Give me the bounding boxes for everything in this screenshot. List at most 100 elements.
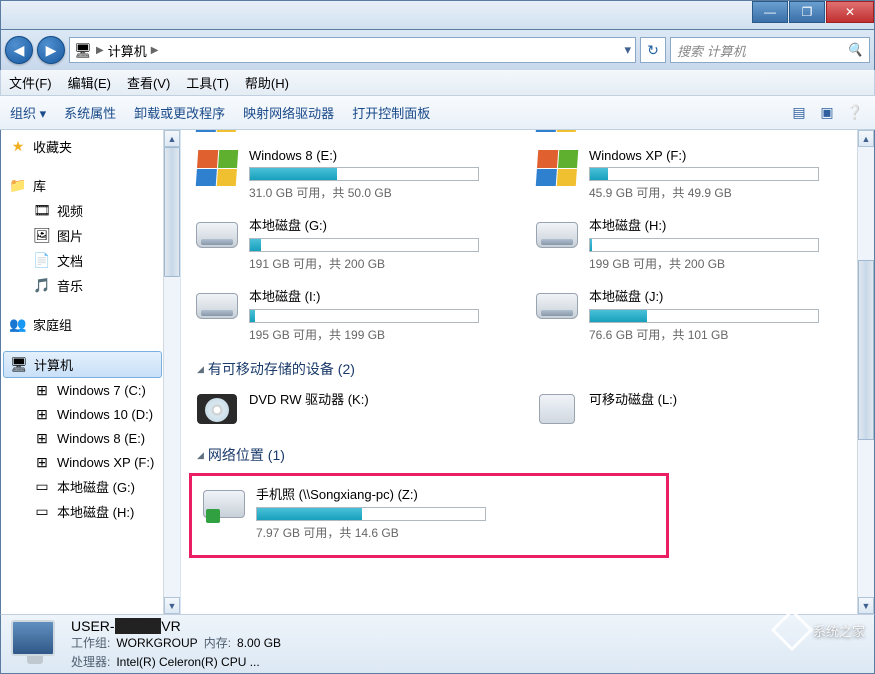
search-icon: 🔍 bbox=[847, 42, 863, 58]
address-bar[interactable]: 🖥 ▶ 计算机 ▶ ▾ bbox=[69, 37, 636, 63]
drive-stat: 40.8 GB 可用，共 60.0 GB bbox=[249, 130, 505, 132]
drive-item[interactable]: 本地磁盘 (J:) 76.6 GB 可用，共 101 GB bbox=[529, 282, 849, 353]
windows-icon: ⊞ bbox=[33, 405, 51, 423]
drive-usage-bar bbox=[589, 309, 819, 323]
sidebar-computer[interactable]: 🖥 计算机 bbox=[3, 351, 162, 378]
homegroup-icon: 👥 bbox=[9, 316, 27, 334]
menu-view[interactable]: 查看(V) bbox=[127, 73, 170, 92]
preview-pane-icon[interactable]: ▣ bbox=[817, 104, 837, 121]
hdd-icon bbox=[196, 222, 238, 248]
drive-item[interactable]: 本地磁盘 (I:) 195 GB 可用，共 199 GB bbox=[189, 282, 509, 353]
drive-stat: 45.9 GB 可用，共 49.9 GB bbox=[589, 184, 845, 201]
content-scrollbar[interactable]: ▲ ▼ bbox=[857, 130, 874, 614]
scroll-down-icon[interactable]: ▼ bbox=[858, 597, 874, 614]
sidebar-item-drive-e[interactable]: ⊞Windows 8 (E:) bbox=[1, 426, 164, 450]
hdd-icon bbox=[536, 222, 578, 248]
sidebar-item-videos[interactable]: 🎞视频 bbox=[1, 198, 164, 223]
drive-item[interactable]: 本地磁盘 (G:) 191 GB 可用，共 200 GB bbox=[189, 211, 509, 282]
details-memory-value: 8.00 GB bbox=[237, 636, 318, 650]
drive-usage-bar bbox=[589, 167, 819, 181]
computer-icon bbox=[11, 620, 55, 656]
sidebar-item-drive-g[interactable]: ▭本地磁盘 (G:) bbox=[1, 474, 164, 499]
back-button[interactable]: ◀ bbox=[5, 36, 33, 64]
drive-item[interactable]: 可移动磁盘 (L:) bbox=[529, 385, 849, 439]
navigation-sidebar: ★ 收藏夹 📁 库 🎞视频 🖼图片 📄文档 🎵音乐 👥 家庭组 bbox=[1, 130, 181, 614]
windows-icon bbox=[196, 150, 239, 186]
scroll-down-icon[interactable]: ▼ bbox=[164, 597, 180, 614]
menu-file[interactable]: 文件(F) bbox=[9, 73, 52, 92]
windows-icon bbox=[536, 150, 579, 186]
breadcrumb-location[interactable]: 计算机 bbox=[108, 41, 147, 60]
refresh-button[interactable]: ↻ bbox=[640, 37, 666, 63]
toolbar-uninstall[interactable]: 卸载或更改程序 bbox=[134, 103, 225, 122]
drive-stat: 199 GB 可用，共 200 GB bbox=[589, 255, 845, 272]
drive-usage-bar bbox=[249, 167, 479, 181]
details-pane: USER-XXXXXVR 工作组: WORKGROUP 内存: 8.00 GB … bbox=[0, 614, 875, 674]
sidebar-computer-label: 计算机 bbox=[34, 355, 73, 374]
menu-help[interactable]: 帮助(H) bbox=[245, 73, 289, 92]
drive-usage-bar bbox=[249, 309, 479, 323]
drive-item-network[interactable]: 手机照 (\\Songxiang-pc) (Z:) 7.97 GB 可用，共 1… bbox=[196, 480, 662, 551]
close-button[interactable]: ✕ bbox=[826, 1, 874, 23]
sidebar-homegroup[interactable]: 👥 家庭组 bbox=[1, 312, 164, 337]
toolbar-organize[interactable]: 组织 ▾ bbox=[10, 103, 46, 122]
menu-bar: 文件(F) 编辑(E) 查看(V) 工具(T) 帮助(H) bbox=[0, 70, 875, 96]
sidebar-libraries[interactable]: 📁 库 bbox=[1, 173, 164, 198]
scroll-up-icon[interactable]: ▲ bbox=[858, 130, 874, 147]
view-mode-icon[interactable]: ▤ bbox=[789, 104, 809, 121]
sidebar-favorites[interactable]: ★ 收藏夹 bbox=[1, 134, 164, 159]
sidebar-item-pictures[interactable]: 🖼图片 bbox=[1, 223, 164, 248]
drive-item[interactable]: DVD RW 驱动器 (K:) bbox=[189, 385, 509, 439]
main-area: ★ 收藏夹 📁 库 🎞视频 🖼图片 📄文档 🎵音乐 👥 家庭组 bbox=[0, 130, 875, 614]
sidebar-item-drive-d[interactable]: ⊞Windows 10 (D:) bbox=[1, 402, 164, 426]
computer-icon: 🖥 bbox=[10, 356, 28, 374]
scroll-up-icon[interactable]: ▲ bbox=[164, 130, 180, 147]
drive-name: 本地磁盘 (J:) bbox=[589, 286, 845, 305]
computer-icon: 🖥 bbox=[74, 41, 92, 59]
windows-icon bbox=[536, 130, 579, 132]
menu-edit[interactable]: 编辑(E) bbox=[68, 73, 111, 92]
toolbar-system-properties[interactable]: 系统属性 bbox=[64, 103, 116, 122]
network-drive-icon bbox=[203, 490, 245, 518]
forward-button[interactable]: ▶ bbox=[37, 36, 65, 64]
toolbar: 组织 ▾ 系统属性 卸载或更改程序 映射网络驱动器 打开控制面板 ▤ ▣ ❔ bbox=[0, 96, 875, 130]
drive-name: DVD RW 驱动器 (K:) bbox=[249, 389, 505, 408]
hdd-icon: ▭ bbox=[33, 503, 51, 521]
drive-item[interactable]: 40.8 GB 可用，共 60.0 GB bbox=[189, 130, 509, 144]
drive-name: 本地磁盘 (G:) bbox=[249, 215, 505, 234]
hdd-icon bbox=[196, 293, 238, 319]
sidebar-item-drive-f[interactable]: ⊞Windows XP (F:) bbox=[1, 450, 164, 474]
sidebar-scrollbar[interactable]: ▲ ▼ bbox=[163, 130, 180, 614]
drive-item[interactable]: Windows XP (F:) 45.9 GB 可用，共 49.9 GB bbox=[529, 144, 849, 211]
address-dropdown-icon[interactable]: ▾ bbox=[624, 42, 631, 58]
toolbar-control-panel[interactable]: 打开控制面板 bbox=[352, 103, 430, 122]
sidebar-item-documents[interactable]: 📄文档 bbox=[1, 248, 164, 273]
content-pane: 40.8 GB 可用，共 60.0 GB 53.4 GB 可用，共 69.9 G… bbox=[181, 130, 874, 614]
sidebar-item-drive-h[interactable]: ▭本地磁盘 (H:) bbox=[1, 499, 164, 524]
drive-stat: 53.4 GB 可用，共 69.9 GB bbox=[589, 130, 845, 132]
music-icon: 🎵 bbox=[33, 277, 51, 295]
help-icon[interactable]: ❔ bbox=[845, 104, 865, 121]
drive-item[interactable]: 本地磁盘 (H:) 199 GB 可用，共 200 GB bbox=[529, 211, 849, 282]
drive-stat: 76.6 GB 可用，共 101 GB bbox=[589, 326, 845, 343]
library-icon: 📁 bbox=[9, 177, 27, 195]
sidebar-homegroup-label: 家庭组 bbox=[33, 315, 72, 334]
sidebar-item-music[interactable]: 🎵音乐 bbox=[1, 273, 164, 298]
toolbar-map-network-drive[interactable]: 映射网络驱动器 bbox=[243, 103, 334, 122]
drive-stat: 31.0 GB 可用，共 50.0 GB bbox=[249, 184, 505, 201]
details-workgroup-label: 工作组: bbox=[71, 634, 110, 651]
section-removable-devices[interactable]: 有可移动存储的设备 (2) bbox=[189, 353, 854, 385]
scrollbar-thumb[interactable] bbox=[858, 260, 874, 440]
drive-item[interactable]: Windows 8 (E:) 31.0 GB 可用，共 50.0 GB bbox=[189, 144, 509, 211]
section-network-locations[interactable]: 网络位置 (1) bbox=[189, 439, 854, 471]
dvd-icon bbox=[197, 394, 237, 424]
drive-item[interactable]: 53.4 GB 可用，共 69.9 GB bbox=[529, 130, 849, 144]
drive-name: 本地磁盘 (H:) bbox=[589, 215, 845, 234]
minimize-button[interactable]: — bbox=[752, 1, 788, 23]
menu-tools[interactable]: 工具(T) bbox=[186, 73, 229, 92]
hdd-icon: ▭ bbox=[33, 478, 51, 496]
sidebar-item-drive-c[interactable]: ⊞Windows 7 (C:) bbox=[1, 378, 164, 402]
maximize-button[interactable]: ❐ bbox=[789, 1, 825, 23]
search-input[interactable]: 搜索 计算机 🔍 bbox=[670, 37, 870, 63]
scrollbar-thumb[interactable] bbox=[164, 147, 180, 277]
